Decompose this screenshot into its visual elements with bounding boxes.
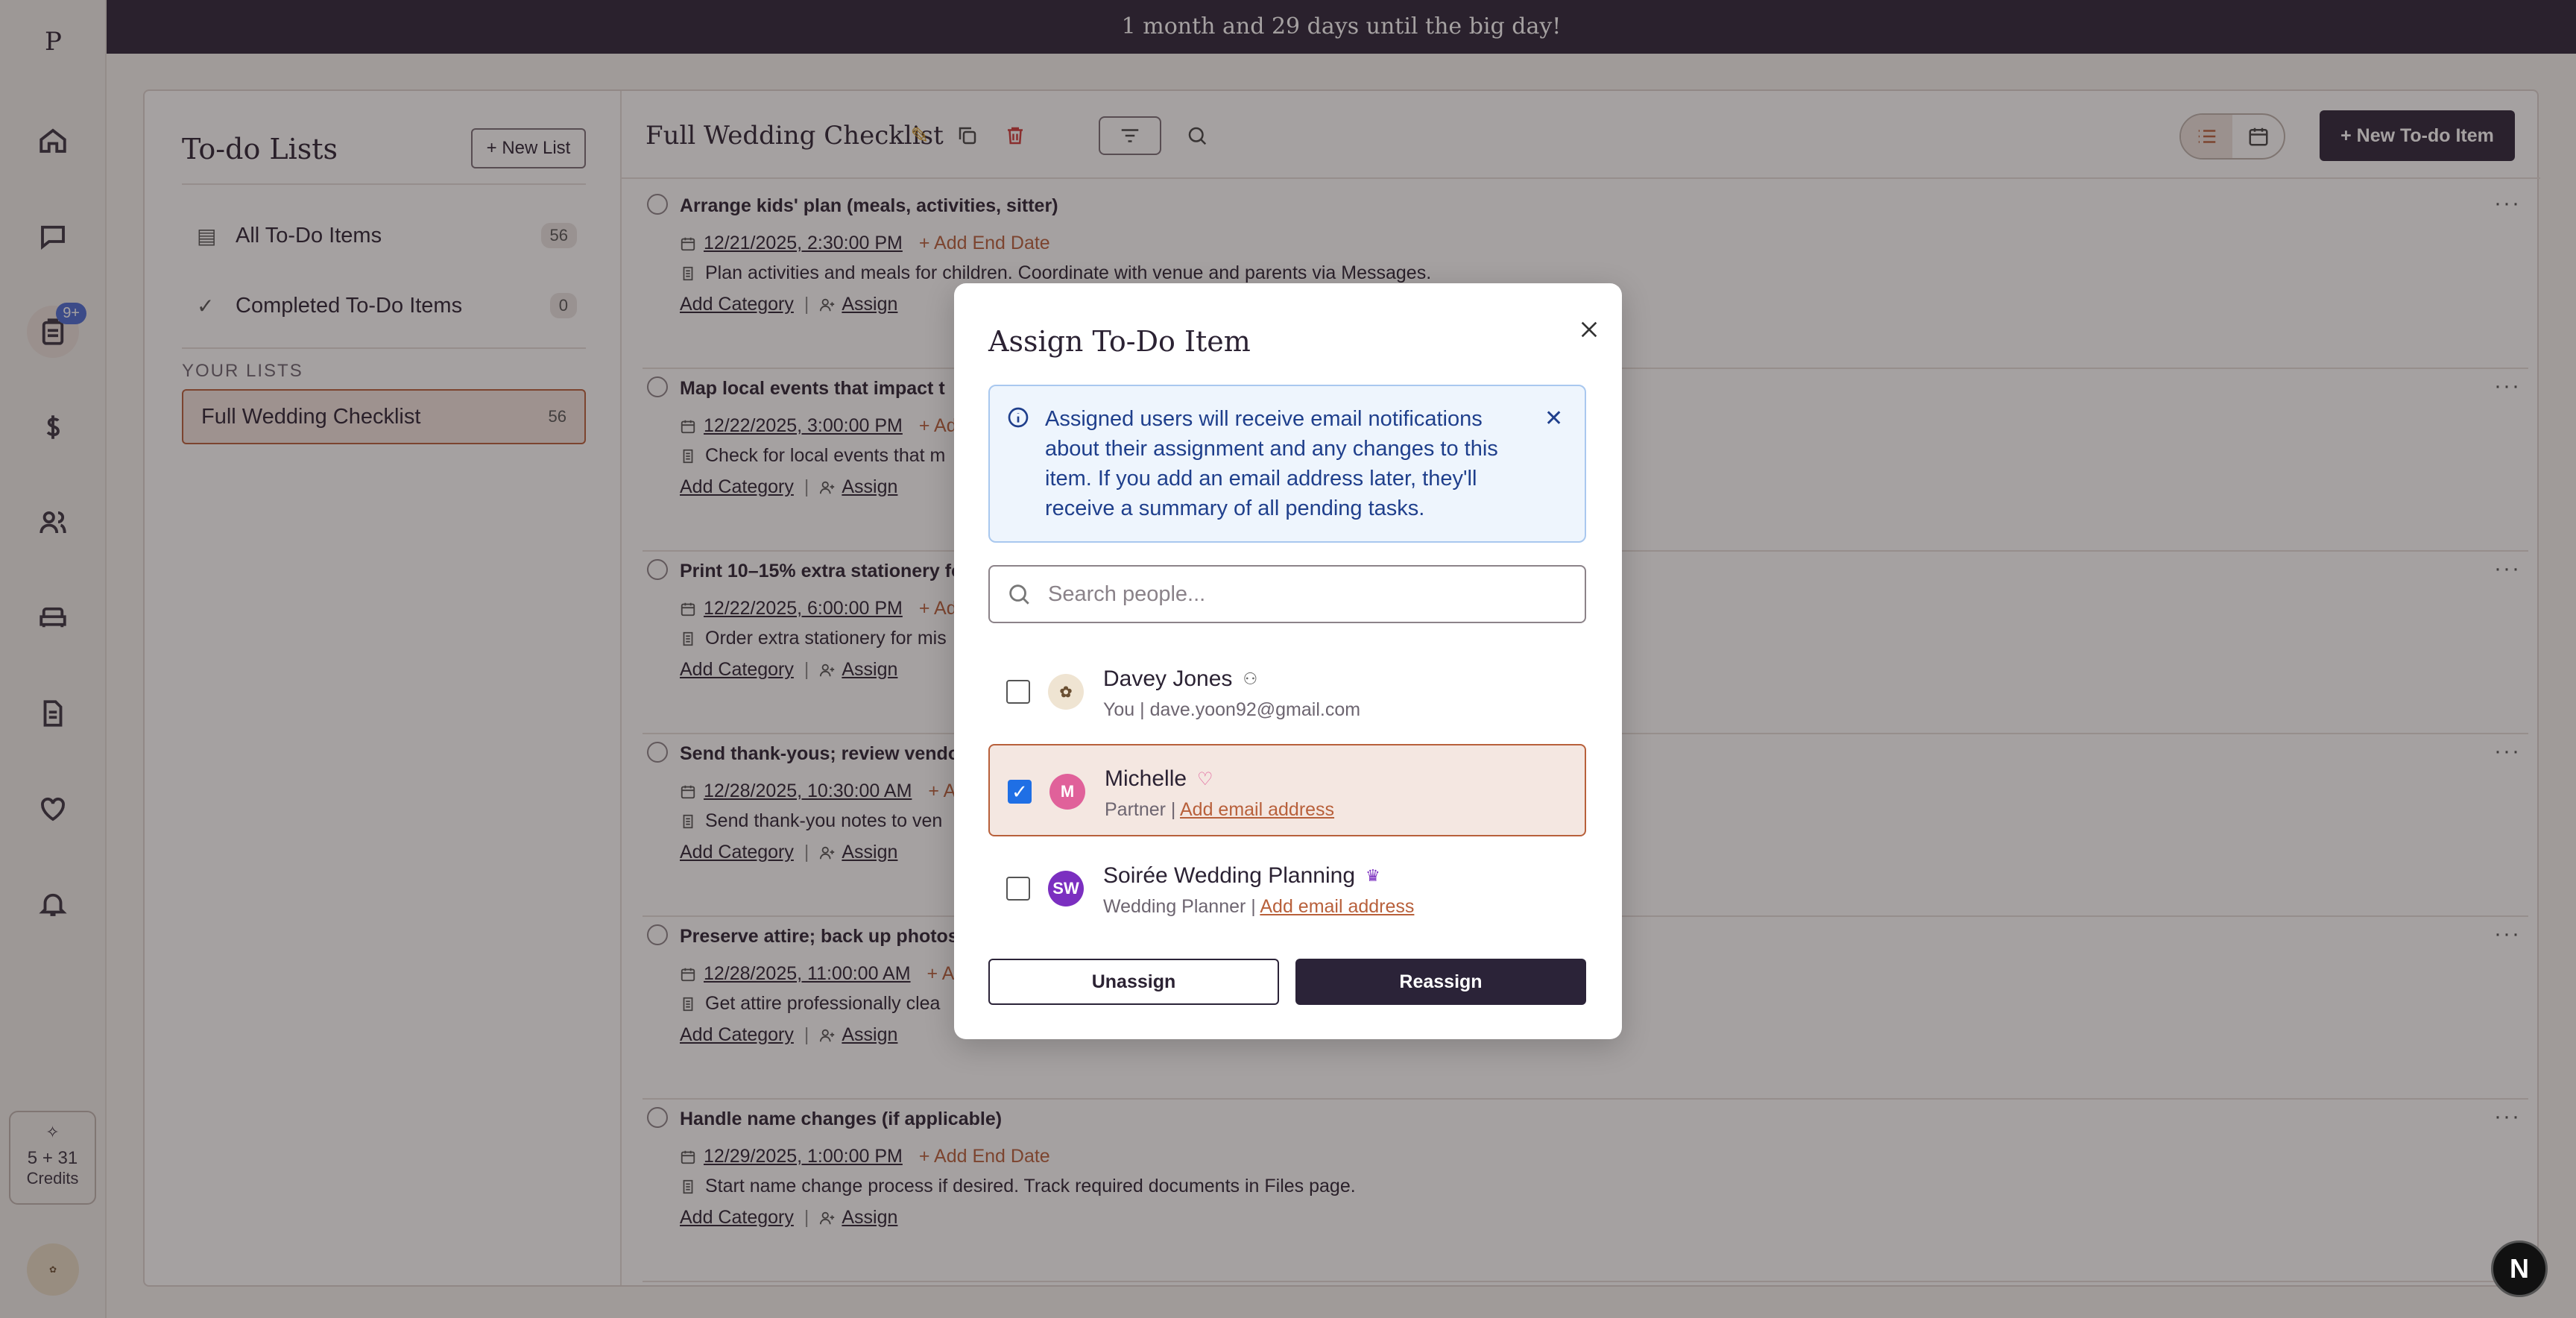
modal-title: Assign To-Do Item: [988, 325, 1251, 358]
crown-icon: ♛: [1366, 866, 1380, 885]
heart-icon: ♡: [1197, 769, 1213, 789]
person-name: Soirée Wedding Planning ♛: [1103, 863, 1380, 888]
person-detail: Partner | Add email address: [1105, 799, 1335, 820]
reassign-button[interactable]: Reassign: [1295, 959, 1586, 1005]
person-detail: Wedding Planner | Add email address: [1103, 896, 1415, 917]
info-alert: Assigned users will receive email notifi…: [988, 385, 1586, 543]
person-checkbox[interactable]: [1006, 680, 1030, 704]
person-checkbox[interactable]: [1006, 877, 1030, 901]
person-name: Davey Jones ⚇: [1103, 666, 1258, 691]
person-row-davey[interactable]: ✿ Davey Jones ⚇ You | dave.yoon92@gmail.…: [988, 646, 1586, 738]
add-email-link[interactable]: Add email address: [1260, 896, 1414, 917]
search-icon: [1009, 584, 1029, 605]
dev-tools-badge[interactable]: N: [2491, 1240, 2548, 1297]
unassign-button[interactable]: Unassign: [988, 959, 1279, 1005]
close-icon[interactable]: [1568, 309, 1610, 350]
info-icon: [1008, 407, 1029, 428]
info-message: Assigned users will receive email notifi…: [1045, 407, 1498, 520]
user-icon: ⚇: [1243, 669, 1258, 688]
avatar: SW: [1048, 871, 1084, 906]
people-search: [988, 565, 1586, 623]
person-detail: You | dave.yoon92@gmail.com: [1103, 699, 1361, 720]
assign-modal: Assign To-Do Item Assigned users will re…: [954, 283, 1622, 1039]
person-name: Michelle ♡: [1105, 766, 1213, 791]
search-people-input[interactable]: [1048, 567, 1570, 622]
add-email-link[interactable]: Add email address: [1180, 799, 1334, 820]
person-checkbox-checked[interactable]: ✓: [1008, 780, 1032, 804]
person-row-michelle[interactable]: ✓ M Michelle ♡ Partner | Add email addre…: [988, 744, 1586, 836]
avatar: ✿: [1048, 674, 1084, 710]
avatar: M: [1049, 774, 1085, 810]
dismiss-info-icon[interactable]: ✕: [1544, 406, 1563, 432]
person-row-planner[interactable]: SW Soirée Wedding Planning ♛ Wedding Pla…: [988, 842, 1586, 935]
